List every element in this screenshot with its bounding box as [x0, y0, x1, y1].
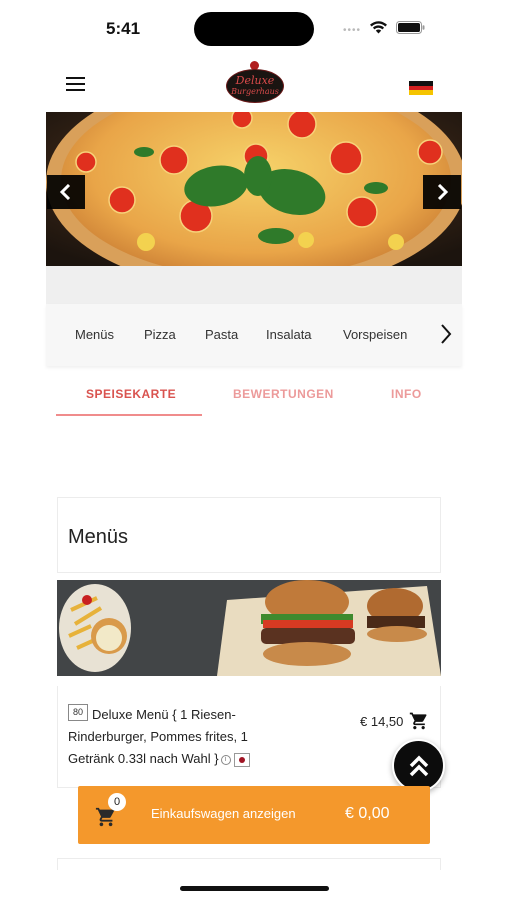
- german-flag-icon[interactable]: [409, 81, 433, 95]
- product-price: € 14,50: [360, 714, 404, 729]
- category-menus[interactable]: Menüs: [75, 327, 114, 342]
- tab-info[interactable]: INFO: [391, 387, 422, 401]
- dynamic-island: [194, 12, 314, 46]
- info-icon[interactable]: i: [220, 754, 231, 765]
- logo-text-line1: Deluxe: [235, 74, 275, 87]
- allergen-icon[interactable]: [233, 752, 250, 767]
- category-nav: Menüs Pizza Pasta Insalata Vorspeisen: [46, 304, 462, 366]
- wifi-icon: [370, 21, 387, 34]
- tab-speisekarte[interactable]: SPEISEKARTE: [86, 387, 176, 401]
- chevron-left-icon: [59, 184, 71, 200]
- logo-text-line2: Burgerhaus: [231, 87, 279, 96]
- section-title: Menüs: [68, 526, 129, 548]
- scroll-to-top-button[interactable]: [392, 739, 445, 792]
- category-insalata[interactable]: Insalata: [266, 327, 312, 342]
- battery-icon: [396, 21, 425, 34]
- view-cart-button[interactable]: 0 Einkaufswagen anzeigen € 0,00: [78, 786, 430, 844]
- add-to-cart-icon[interactable]: [409, 711, 429, 731]
- home-indicator[interactable]: [180, 886, 329, 891]
- next-product-card: [57, 858, 441, 870]
- cellular-signal-icon: ••••: [343, 25, 362, 36]
- tab-bar: SPEISEKARTE BEWERTUNGEN INFO: [46, 370, 462, 418]
- category-vorspeisen[interactable]: Vorspeisen: [343, 327, 407, 342]
- hero-bottom-band: [46, 266, 462, 304]
- hamburger-menu-icon[interactable]: [66, 77, 85, 91]
- active-tab-indicator: [56, 414, 202, 416]
- cart-label: Einkaufswagen anzeigen: [151, 806, 296, 821]
- category-scroll-right-icon[interactable]: [438, 322, 454, 346]
- product-card[interactable]: 80 Deluxe Menü { 1 Riesen-Rinderburger, …: [57, 686, 441, 788]
- category-pizza[interactable]: Pizza: [144, 327, 176, 342]
- pizza-image: [46, 112, 462, 266]
- carousel-next-button[interactable]: [423, 175, 461, 209]
- carousel-prev-button[interactable]: [47, 175, 85, 209]
- tab-bewertungen[interactable]: BEWERTUNGEN: [233, 387, 334, 401]
- restaurant-logo[interactable]: Deluxe Burgerhaus: [226, 61, 284, 105]
- app-header: Deluxe Burgerhaus: [46, 56, 462, 112]
- chevron-right-icon: [437, 184, 449, 200]
- cart-count-badge: 0: [108, 793, 126, 811]
- product-name-block[interactable]: Deluxe Menü { 1 Riesen-Rinderburger, Pom…: [68, 704, 278, 770]
- status-time: 5:41: [106, 19, 141, 38]
- cart-total: € 0,00: [345, 805, 390, 822]
- hero-carousel: [46, 112, 462, 266]
- burger-menu-image: [57, 580, 441, 676]
- category-pasta[interactable]: Pasta: [205, 327, 238, 342]
- status-bar: 5:41 ••••: [0, 0, 507, 56]
- double-chevron-up-icon: [409, 755, 429, 777]
- menu-banner-image: [57, 580, 441, 676]
- section-card: Menüs: [57, 497, 441, 573]
